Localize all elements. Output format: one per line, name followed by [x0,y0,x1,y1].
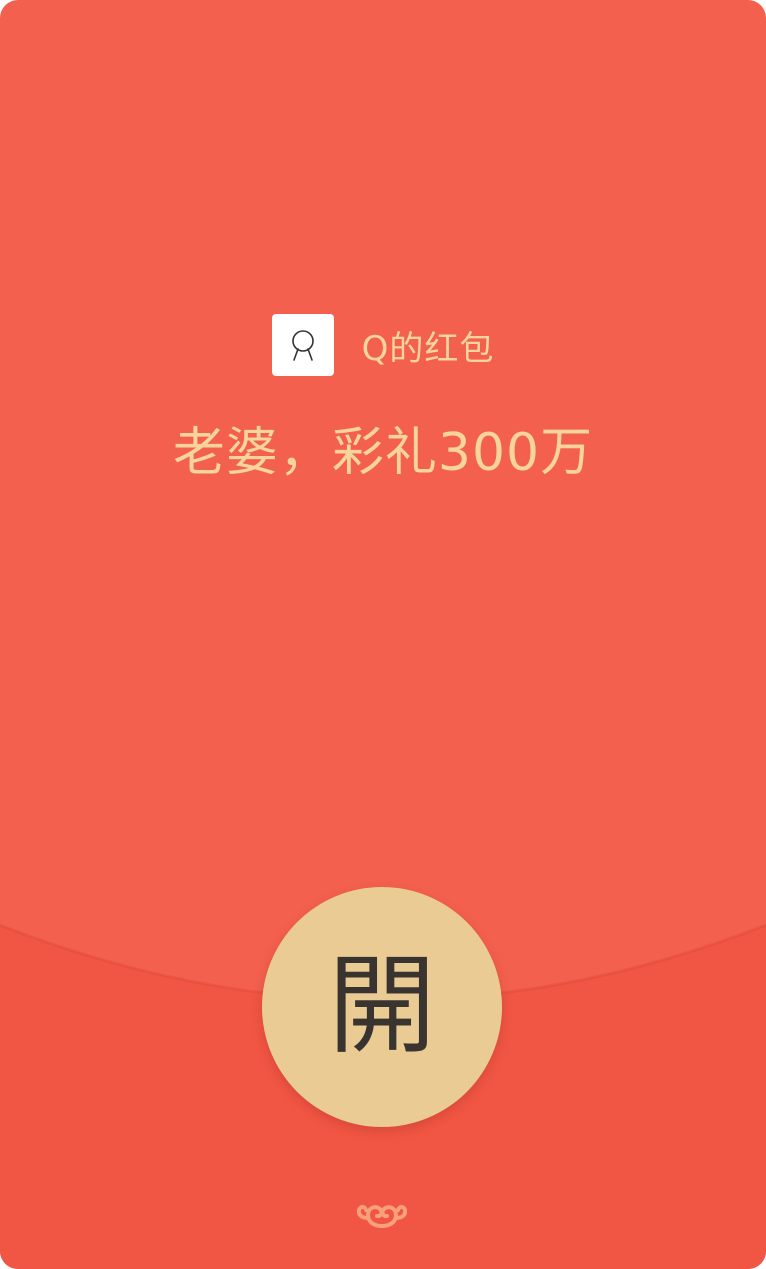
greeting-message: 老婆，彩礼300万 [172,423,594,483]
sender-name: Q的红包 [361,328,495,369]
open-button[interactable]: 開 [262,887,502,1127]
default-avatar-icon [291,330,314,361]
open-button-label: 開 [327,944,436,1069]
auspicious-cloud-icon [356,1205,408,1228]
sender-row: Q的红包 [0,314,766,376]
sender-avatar [271,314,334,376]
red-envelope: Q的红包 老婆，彩礼300万 開 [0,0,766,1269]
